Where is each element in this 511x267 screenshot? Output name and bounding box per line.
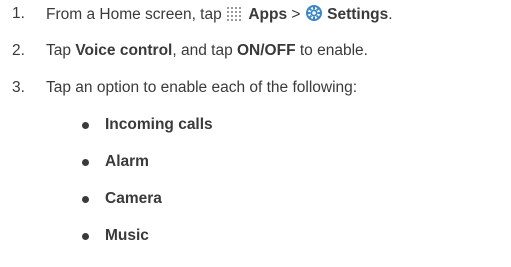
period: . — [388, 6, 393, 23]
option-label: Camera — [105, 190, 162, 207]
bullet-icon — [82, 159, 89, 166]
step-text: to enable. — [299, 42, 368, 59]
bullet-icon — [82, 233, 89, 240]
settings-gear-icon — [305, 4, 323, 28]
instructions-document: 1. From a Home screen, tap Apps > Settin… — [0, 0, 511, 267]
step-number: 3. — [12, 79, 25, 96]
voice-control-label: Voice control — [75, 42, 173, 59]
option-label: Incoming calls — [105, 116, 213, 133]
separator: > — [291, 6, 301, 23]
on-off-label: ON/OFF — [237, 42, 296, 59]
step-text: Tap an option to enable each of the foll… — [46, 79, 358, 96]
option-label: Alarm — [105, 153, 149, 170]
step-text: Tap — [46, 42, 71, 59]
step-number: 1. — [12, 5, 25, 22]
bullet-icon — [82, 196, 89, 203]
settings-label: Settings — [327, 6, 389, 23]
option-label: Music — [105, 227, 149, 244]
step-number: 2. — [12, 42, 25, 59]
step-text: From a Home screen, tap — [46, 6, 222, 23]
step-text: , and tap — [172, 42, 233, 59]
bullet-icon — [82, 122, 89, 129]
apps-label: Apps — [248, 6, 288, 23]
apps-grid-icon — [226, 6, 244, 28]
